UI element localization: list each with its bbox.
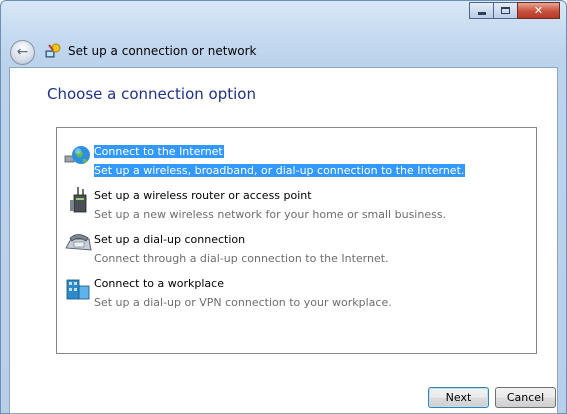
window-controls: ✕ [469, 2, 560, 19]
router-icon [70, 187, 87, 213]
close-button[interactable]: ✕ [517, 2, 560, 19]
back-button[interactable]: ← [10, 40, 35, 65]
option-title: Connect to a workplace [94, 277, 224, 290]
phone-icon [65, 234, 92, 251]
minimize-icon [477, 12, 486, 15]
minimize-button[interactable] [469, 2, 494, 19]
next-button[interactable]: Next [428, 387, 489, 408]
option-title: Set up a wireless router or access point [94, 189, 312, 202]
option-text: Connect to a workplace Set up a dial-up … [94, 272, 392, 310]
maximize-icon [501, 7, 510, 14]
option-wireless-router[interactable]: Set up a wireless router or access point… [57, 182, 536, 221]
option-workplace[interactable]: Connect to a workplace Set up a dial-up … [57, 270, 536, 309]
option-description: Set up a new wireless network for your h… [94, 208, 447, 221]
option-text: Set up a dial-up connection Connect thro… [94, 228, 389, 266]
option-description: Set up a wireless, broadband, or dial-up… [94, 164, 466, 177]
maximize-button[interactable] [493, 2, 518, 19]
network-setup-icon [45, 43, 61, 58]
option-title: Set up a dial-up connection [94, 233, 246, 246]
option-connect-internet[interactable]: Connect to the Internet Set up a wireles… [57, 138, 536, 177]
option-text: Connect to the Internet Set up a wireles… [94, 140, 466, 178]
window-title: Set up a connection or network [68, 44, 257, 58]
connection-options-list: Connect to the Internet Set up a wireles… [56, 127, 537, 354]
option-description: Connect through a dial-up connection to … [94, 252, 389, 265]
option-description: Set up a dial-up or VPN connection to yo… [94, 296, 392, 309]
option-text: Set up a wireless router or access point… [94, 184, 446, 222]
workplace-icon [66, 279, 90, 300]
page-heading: Choose a connection option [47, 85, 256, 103]
wizard-window: ✕ ← Set up a connection or network Choos… [0, 0, 567, 414]
cancel-button[interactable]: Cancel [495, 387, 556, 408]
close-icon: ✕ [533, 4, 544, 17]
globe-icon [64, 146, 90, 164]
back-arrow-icon: ← [16, 43, 29, 60]
option-dial-up[interactable]: Set up a dial-up connection Connect thro… [57, 226, 536, 265]
option-title: Connect to the Internet [94, 145, 224, 158]
